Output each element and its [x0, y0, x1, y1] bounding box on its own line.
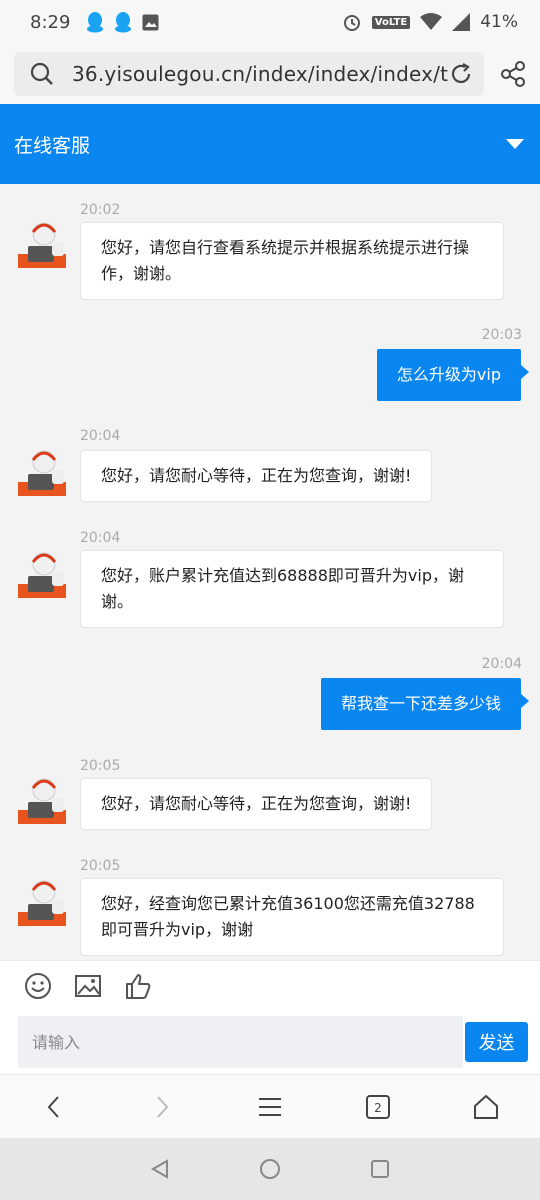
- agent-avatar-icon: [18, 778, 66, 824]
- chat-messages[interactable]: 20:02 您好，请您自行查看系统提示并根据系统提示进行操作，谢谢。 20:03…: [0, 184, 540, 960]
- chat-header: 在线客服: [0, 104, 540, 184]
- composer-toolbar: [0, 960, 540, 1010]
- agent-message-bubble: 您好，账户累计充值达到68888即可晋升为vip，谢谢。: [80, 550, 504, 628]
- share-button[interactable]: [484, 52, 526, 96]
- wifi-icon: [420, 13, 443, 30]
- system-back-icon[interactable]: [149, 1158, 171, 1180]
- composer: 发送: [0, 1010, 540, 1074]
- image-notification-icon: [142, 14, 159, 30]
- agent-message-bubble: 您好，经查询您已累计充值36100您还需充值32788即可晋升为vip，谢谢: [80, 878, 504, 956]
- system-recents-icon[interactable]: [369, 1158, 391, 1180]
- status-time: 8:29: [30, 11, 71, 33]
- system-home-icon[interactable]: [259, 1158, 281, 1180]
- status-bar: 8:29 VoLTE 41%: [0, 0, 540, 44]
- share-icon: [501, 61, 525, 87]
- agent-message-bubble: 您好，请您耐心等待，正在为您查询，谢谢!: [80, 778, 433, 830]
- user-message-bubble: 怎么升级为vip: [376, 349, 530, 401]
- alarm-icon: [343, 15, 360, 31]
- qq-notification-icon: [115, 12, 132, 33]
- message-time: 20:02: [80, 202, 121, 218]
- home-button[interactable]: [456, 1077, 516, 1137]
- send-button[interactable]: 发送: [465, 1022, 528, 1062]
- agent-avatar-icon: [18, 880, 66, 926]
- volte-badge: VoLTE: [371, 15, 411, 29]
- message-time: 20:04: [80, 428, 121, 444]
- message-input[interactable]: [18, 1016, 463, 1068]
- agent-message-bubble: 您好，请您耐心等待，正在为您查询，谢谢!: [80, 450, 433, 502]
- image-upload-icon[interactable]: [74, 972, 102, 1000]
- message-time: 20:05: [80, 858, 121, 874]
- thumbs-up-icon[interactable]: [124, 972, 152, 1000]
- user-message-bubble: 帮我查一下还差多少钱: [320, 678, 530, 730]
- signal-icon: [452, 13, 471, 31]
- battery-level: 41%: [480, 12, 518, 32]
- collapse-caret-icon[interactable]: [506, 139, 524, 149]
- reload-icon[interactable]: [448, 61, 474, 87]
- qq-notification-icon: [87, 12, 104, 33]
- agent-avatar-icon: [18, 450, 66, 496]
- back-button[interactable]: [24, 1077, 84, 1137]
- search-icon: [30, 62, 53, 85]
- address-bar[interactable]: 36.yisoulegou.cn/index/index/index/t: [14, 52, 485, 96]
- agent-message-bubble: 您好，请您自行查看系统提示并根据系统提示进行操作，谢谢。: [80, 222, 504, 300]
- tabs-icon: 2: [366, 1094, 390, 1119]
- chevron-right-icon: [157, 1095, 169, 1118]
- forward-button[interactable]: [132, 1077, 192, 1137]
- page-title: 在线客服: [14, 134, 91, 157]
- message-time: 20:04: [481, 656, 522, 672]
- system-nav-bar: [0, 1138, 540, 1200]
- menu-icon: [259, 1097, 281, 1116]
- tab-count: 2: [374, 1101, 382, 1115]
- home-icon: [474, 1094, 498, 1119]
- tabs-button[interactable]: 2: [348, 1077, 408, 1137]
- chevron-left-icon: [47, 1095, 59, 1118]
- message-time: 20:05: [80, 758, 121, 774]
- menu-button[interactable]: [240, 1077, 300, 1137]
- agent-avatar-icon: [18, 222, 66, 268]
- url-text[interactable]: 36.yisoulegou.cn/index/index/index/t: [72, 62, 448, 86]
- message-time: 20:03: [481, 327, 522, 343]
- message-time: 20:04: [80, 530, 121, 546]
- address-bar-row: 36.yisoulegou.cn/index/index/index/t: [0, 44, 540, 104]
- emoji-icon[interactable]: [24, 972, 52, 1000]
- agent-avatar-icon: [18, 552, 66, 598]
- browser-toolbar: 2: [0, 1074, 540, 1138]
